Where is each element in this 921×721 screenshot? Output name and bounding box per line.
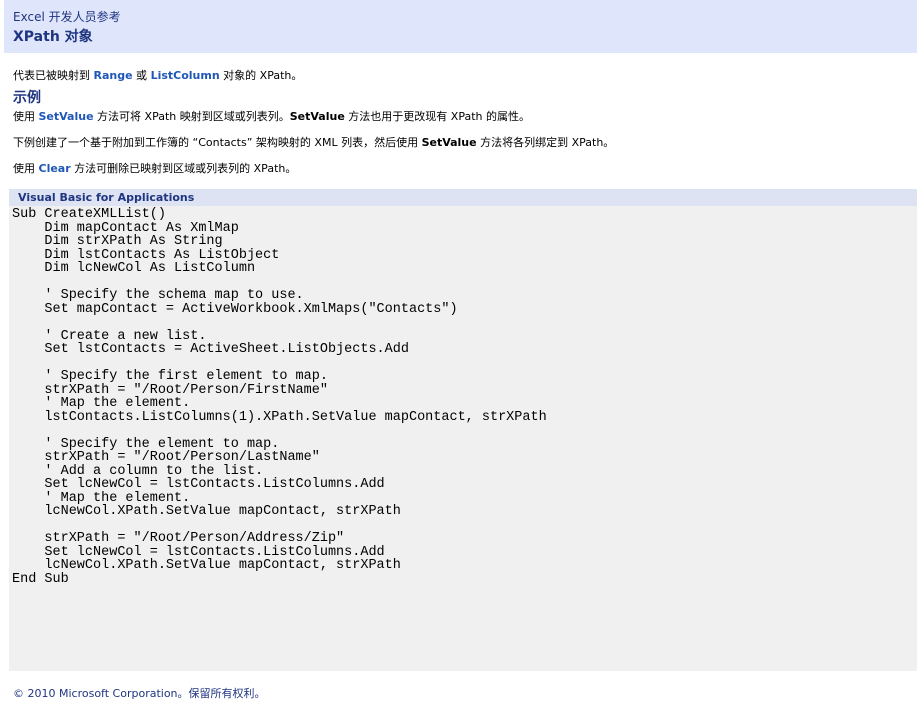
code-language-label: Visual Basic for Applications	[18, 191, 195, 204]
clear-link[interactable]: Clear	[39, 162, 71, 175]
example-paragraph-1: 使用 SetValue 方法可将 XPath 映射到区域或列表列。SetValu…	[13, 108, 530, 124]
para-text: 使用	[13, 162, 39, 175]
range-link[interactable]: Range	[94, 69, 133, 82]
copyright-footer: © 2010 Microsoft Corporation。保留所有权利。	[13, 687, 266, 700]
para-text: 方法可将 XPath 映射到区域或列表列。	[93, 110, 290, 123]
setvalue-bold: SetValue	[421, 136, 477, 149]
intro-text: 代表已被映射到	[13, 69, 94, 82]
para-text: 下例创建了一个基于附加到工作簿的 “Contacts” 架构映射的 XML 列表…	[13, 136, 422, 149]
intro-paragraph: 代表已被映射到 Range 或 ListColumn 对象的 XPath。	[13, 67, 302, 83]
section-heading-example: 示例	[13, 90, 41, 106]
setvalue-link[interactable]: SetValue	[39, 110, 94, 123]
code-sample-box: Visual Basic for Applications Sub Create…	[9, 189, 917, 671]
para-text: 方法将各列绑定到 XPath。	[476, 136, 615, 149]
code-block[interactable]: Sub CreateXMLList() Dim mapContact As Xm…	[12, 208, 547, 586]
page-header: Excel 开发人员参考 XPath 对象	[4, 0, 917, 53]
listcolumn-link[interactable]: ListColumn	[151, 69, 220, 82]
setvalue-bold: SetValue	[289, 110, 345, 123]
para-text: 方法也用于更改现有 XPath 的属性。	[344, 110, 530, 123]
example-paragraph-2: 下例创建了一个基于附加到工作簿的 “Contacts” 架构映射的 XML 列表…	[13, 134, 614, 150]
para-text: 使用	[13, 110, 39, 123]
intro-text: 对象的 XPath。	[219, 69, 303, 82]
intro-text: 或	[132, 69, 151, 82]
product-name: Excel 开发人员参考	[13, 10, 121, 24]
code-language-header: Visual Basic for Applications	[9, 189, 917, 206]
example-paragraph-3: 使用 Clear 方法可删除已映射到区域或列表列的 XPath。	[13, 160, 296, 176]
page-title: XPath 对象	[13, 29, 93, 45]
para-text: 方法可删除已映射到区域或列表列的 XPath。	[70, 162, 297, 175]
